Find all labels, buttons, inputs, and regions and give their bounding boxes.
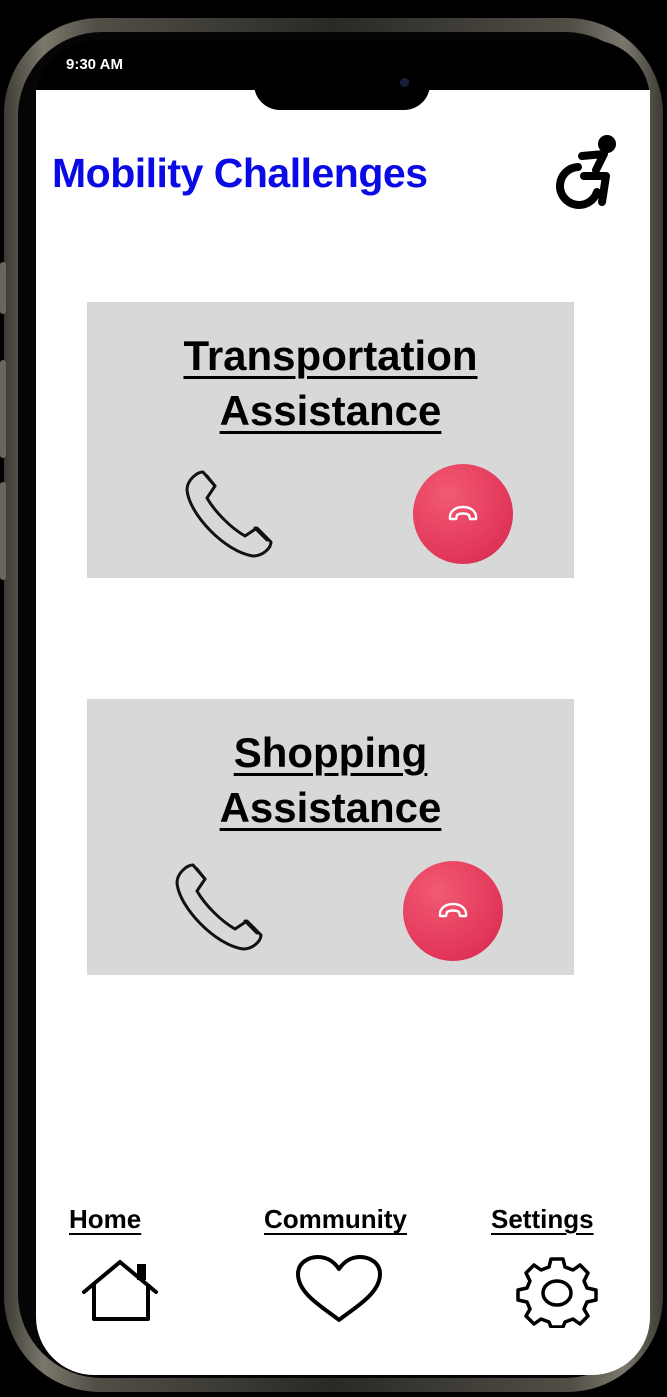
phone-icon[interactable] [181, 466, 277, 562]
gear-icon[interactable] [512, 1254, 602, 1328]
phone-icon[interactable] [171, 859, 267, 955]
wheelchair-accessibility-icon[interactable] [548, 134, 622, 210]
card-title-line1: Transportation [183, 332, 478, 379]
end-call-button[interactable] [413, 464, 513, 564]
nav-settings-label[interactable]: Settings [491, 1204, 594, 1235]
card-title-line1: Shopping [233, 729, 428, 776]
front-camera [400, 78, 409, 87]
hang-up-icon [448, 505, 478, 521]
heart-icon[interactable] [294, 1254, 384, 1324]
card-title-line2: Assistance [219, 784, 442, 831]
volume-down-button [0, 482, 6, 580]
volume-up-button [0, 360, 6, 458]
end-call-button[interactable] [403, 861, 503, 961]
hang-up-icon [438, 902, 468, 918]
nav-community-label[interactable]: Community [264, 1204, 407, 1235]
shopping-assistance-card[interactable]: Shopping Assistance [87, 699, 574, 975]
card-title: Shopping Assistance [87, 725, 574, 835]
nav-home-label[interactable]: Home [69, 1204, 141, 1235]
transportation-assistance-card[interactable]: Transportation Assistance [87, 302, 574, 578]
card-title: Transportation Assistance [87, 328, 574, 438]
status-time: 9:30 AM [66, 56, 123, 73]
card-title-line2: Assistance [219, 387, 442, 434]
side-button [0, 262, 6, 314]
page-title: Mobility Challenges [52, 150, 428, 196]
house-icon[interactable] [78, 1258, 162, 1324]
